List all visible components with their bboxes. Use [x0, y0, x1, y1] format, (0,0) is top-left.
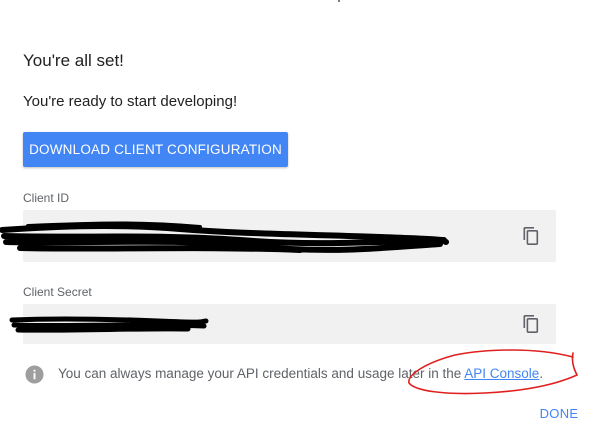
client-id-redaction [0, 221, 449, 253]
dialog-subtitle: You're ready to start developing! [23, 93, 238, 110]
download-client-configuration-button[interactable]: DOWNLOAD CLIENT CONFIGURATION [23, 132, 288, 167]
info-message: You can always manage your API credentia… [58, 366, 465, 381]
client-id-label: Client ID [23, 191, 70, 205]
dialog-title: You're all set! [23, 51, 124, 70]
copy-icon[interactable] [522, 314, 540, 334]
client-secret-label: Client Secret [23, 285, 92, 299]
stray-dot [338, 0, 340, 2]
copy-icon[interactable] [522, 226, 540, 246]
client-secret-redaction [9, 316, 209, 333]
info-icon [25, 365, 44, 384]
red-annotation-circle [408, 349, 579, 395]
done-button[interactable]: DONE [530, 402, 588, 424]
